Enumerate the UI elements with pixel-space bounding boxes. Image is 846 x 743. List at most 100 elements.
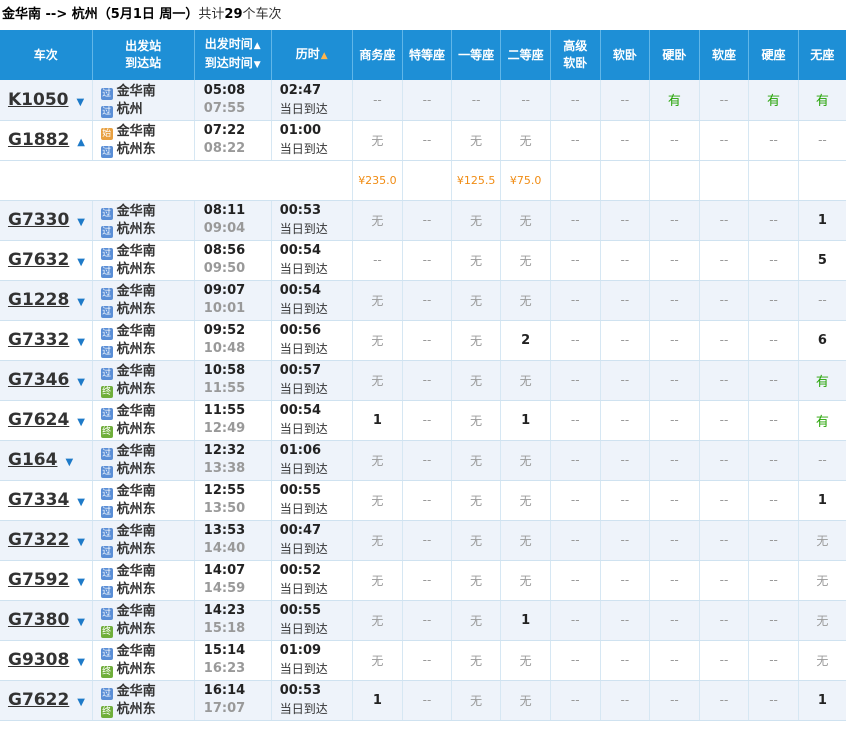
train-number-link[interactable]: G7322	[8, 530, 69, 550]
train-number-link[interactable]: G9308	[8, 650, 69, 670]
seat-soft: --	[699, 520, 750, 561]
sort-arrive-time[interactable]: 到达时间	[205, 56, 253, 70]
train-number-link[interactable]: G7332	[8, 330, 69, 350]
expand-arrow-icon[interactable]: ▼	[77, 577, 85, 588]
expand-arrow-icon[interactable]: ▼	[77, 417, 85, 428]
expand-arrow-icon[interactable]: ▼	[77, 617, 85, 628]
time-cell: 08:56 09:50	[194, 240, 272, 281]
seat-soft-sleeper: --	[600, 480, 651, 521]
train-number-link[interactable]: K1050	[8, 90, 69, 110]
depart-station-name: 金华南	[116, 364, 156, 379]
seat-second[interactable]: 1	[500, 600, 551, 641]
seat-standing[interactable]: 6	[798, 320, 846, 361]
seat-first: 无	[451, 240, 502, 281]
arrive-station-line: 终杭州东	[100, 380, 194, 398]
sort-active-icon[interactable]: ▲	[321, 51, 328, 61]
expand-arrow-icon[interactable]: ▼	[77, 377, 85, 388]
table-row: G7346 ▼ 过金华南终杭州东 10:58 11:55 00:57 当日到达无 -- 无无 --…	[0, 360, 846, 401]
train-number-link[interactable]: G164	[8, 450, 57, 470]
seat-hard-sleeper: --	[649, 680, 700, 721]
station-cell: 过金华南终杭州东	[92, 360, 195, 401]
train-number-link[interactable]: G7622	[8, 690, 69, 710]
duration: 00:55	[279, 603, 322, 618]
expand-arrow-icon[interactable]: ▼	[77, 537, 85, 548]
sort-duration[interactable]: 历时	[296, 47, 320, 61]
expand-arrow-icon[interactable]: ▼	[77, 497, 85, 508]
same-day-arrival: 当日到达	[279, 262, 328, 276]
seat-standing[interactable]: 有	[798, 80, 846, 121]
expand-arrow-icon[interactable]: ▼	[77, 217, 85, 228]
pass-station-icon: 过	[100, 208, 113, 220]
duration: 00:47	[279, 523, 322, 538]
expand-arrow-icon[interactable]: ▼	[77, 97, 85, 108]
seat-deluxe-sleeper: --	[550, 120, 601, 161]
train-number-link[interactable]: G7624	[8, 410, 69, 430]
train-number-link[interactable]: G1882	[8, 130, 69, 150]
seat-hard: --	[748, 320, 799, 361]
seat-soft: --	[699, 680, 750, 721]
expand-arrow-icon[interactable]: ▼	[77, 257, 85, 268]
seat-second: 无	[500, 280, 551, 321]
expand-arrow-icon[interactable]: ▼	[77, 297, 85, 308]
expand-arrow-icon[interactable]: ▼	[77, 697, 85, 708]
train-number-link[interactable]: G7380	[8, 610, 69, 630]
depart-station-line: 过金华南	[100, 402, 194, 420]
duration-cell: 00:55 当日到达	[271, 600, 353, 641]
sort-down-icon[interactable]: ▼	[254, 60, 261, 70]
depart-time: 09:52	[203, 323, 246, 338]
seat-business[interactable]: 1	[352, 680, 404, 721]
train-number-link[interactable]: G7592	[8, 570, 69, 590]
seat-standing[interactable]: 1	[798, 200, 846, 241]
duration: 00:56	[279, 323, 322, 338]
seat-standing: 无	[798, 560, 846, 601]
train-number-link[interactable]: G7334	[8, 490, 69, 510]
sort-up-icon[interactable]: ▲	[254, 41, 261, 51]
expand-arrow-icon[interactable]: ▼	[77, 337, 85, 348]
seat-standing[interactable]: 5	[798, 240, 846, 281]
train-number-link[interactable]: G1228	[8, 290, 69, 310]
duration-cell: 01:09 当日到达	[271, 640, 353, 681]
expand-arrow-icon[interactable]: ▼	[65, 457, 73, 468]
seat-hard: --	[748, 200, 799, 241]
seat-hard[interactable]: 有	[748, 80, 799, 121]
seat-standing[interactable]: 有	[798, 360, 846, 401]
duration-cell: 00:56 当日到达	[271, 320, 353, 361]
header-seat-soft: 软座	[699, 30, 750, 80]
arrive-time: 14:59	[203, 581, 246, 596]
seat-business[interactable]: 1	[352, 400, 404, 441]
train-number-link[interactable]: G7330	[8, 210, 69, 230]
duration-cell: 00:57 当日到达	[271, 360, 353, 401]
expand-arrow-icon[interactable]: ▼	[77, 657, 85, 668]
seat-second[interactable]: 1	[500, 400, 551, 441]
seat-deluxe-sleeper: --	[550, 600, 601, 641]
seat-special: --	[402, 400, 452, 441]
seat-standing[interactable]: 1	[798, 680, 846, 721]
station-cell: 过金华南过杭州	[92, 80, 195, 121]
seat-standing[interactable]: 1	[798, 480, 846, 521]
train-number-link[interactable]: G7346	[8, 370, 69, 390]
depart-time: 12:55	[203, 483, 246, 498]
arrive-station-line: 过杭州东	[100, 220, 194, 238]
seat-second[interactable]: 2	[500, 320, 551, 361]
time-cell: 15:14 16:23	[194, 640, 272, 681]
seat-deluxe-sleeper: --	[550, 560, 601, 601]
seat-hard-sleeper: --	[649, 240, 700, 281]
depart-time: 12:32	[203, 443, 246, 458]
seat-standing: 无	[798, 600, 846, 641]
train-number-link[interactable]: G7632	[8, 250, 69, 270]
depart-station-line: 过金华南	[100, 82, 194, 100]
seat-standing[interactable]: 有	[798, 400, 846, 441]
seat-second: 无	[500, 640, 551, 681]
seat-business: 无	[352, 600, 404, 641]
seat-first: 无	[451, 600, 502, 641]
table-body: K1050 ▼ 过金华南过杭州 05:08 07:55 02:47 当日到达 -- -- -- --…	[0, 80, 846, 721]
end-station-icon: 终	[100, 666, 113, 678]
header-duration[interactable]: 历时▲	[271, 30, 353, 80]
seat-hard-sleeper[interactable]: 有	[649, 80, 700, 121]
collapse-arrow-icon[interactable]: ▲	[77, 137, 85, 148]
sort-depart-time[interactable]: 出发时间	[205, 37, 253, 51]
price-first: ¥125.5	[451, 160, 502, 201]
arrive-time: 16:23	[203, 661, 246, 676]
arrive-station-name: 杭州东	[116, 382, 156, 397]
seat-business: 无	[352, 440, 404, 481]
